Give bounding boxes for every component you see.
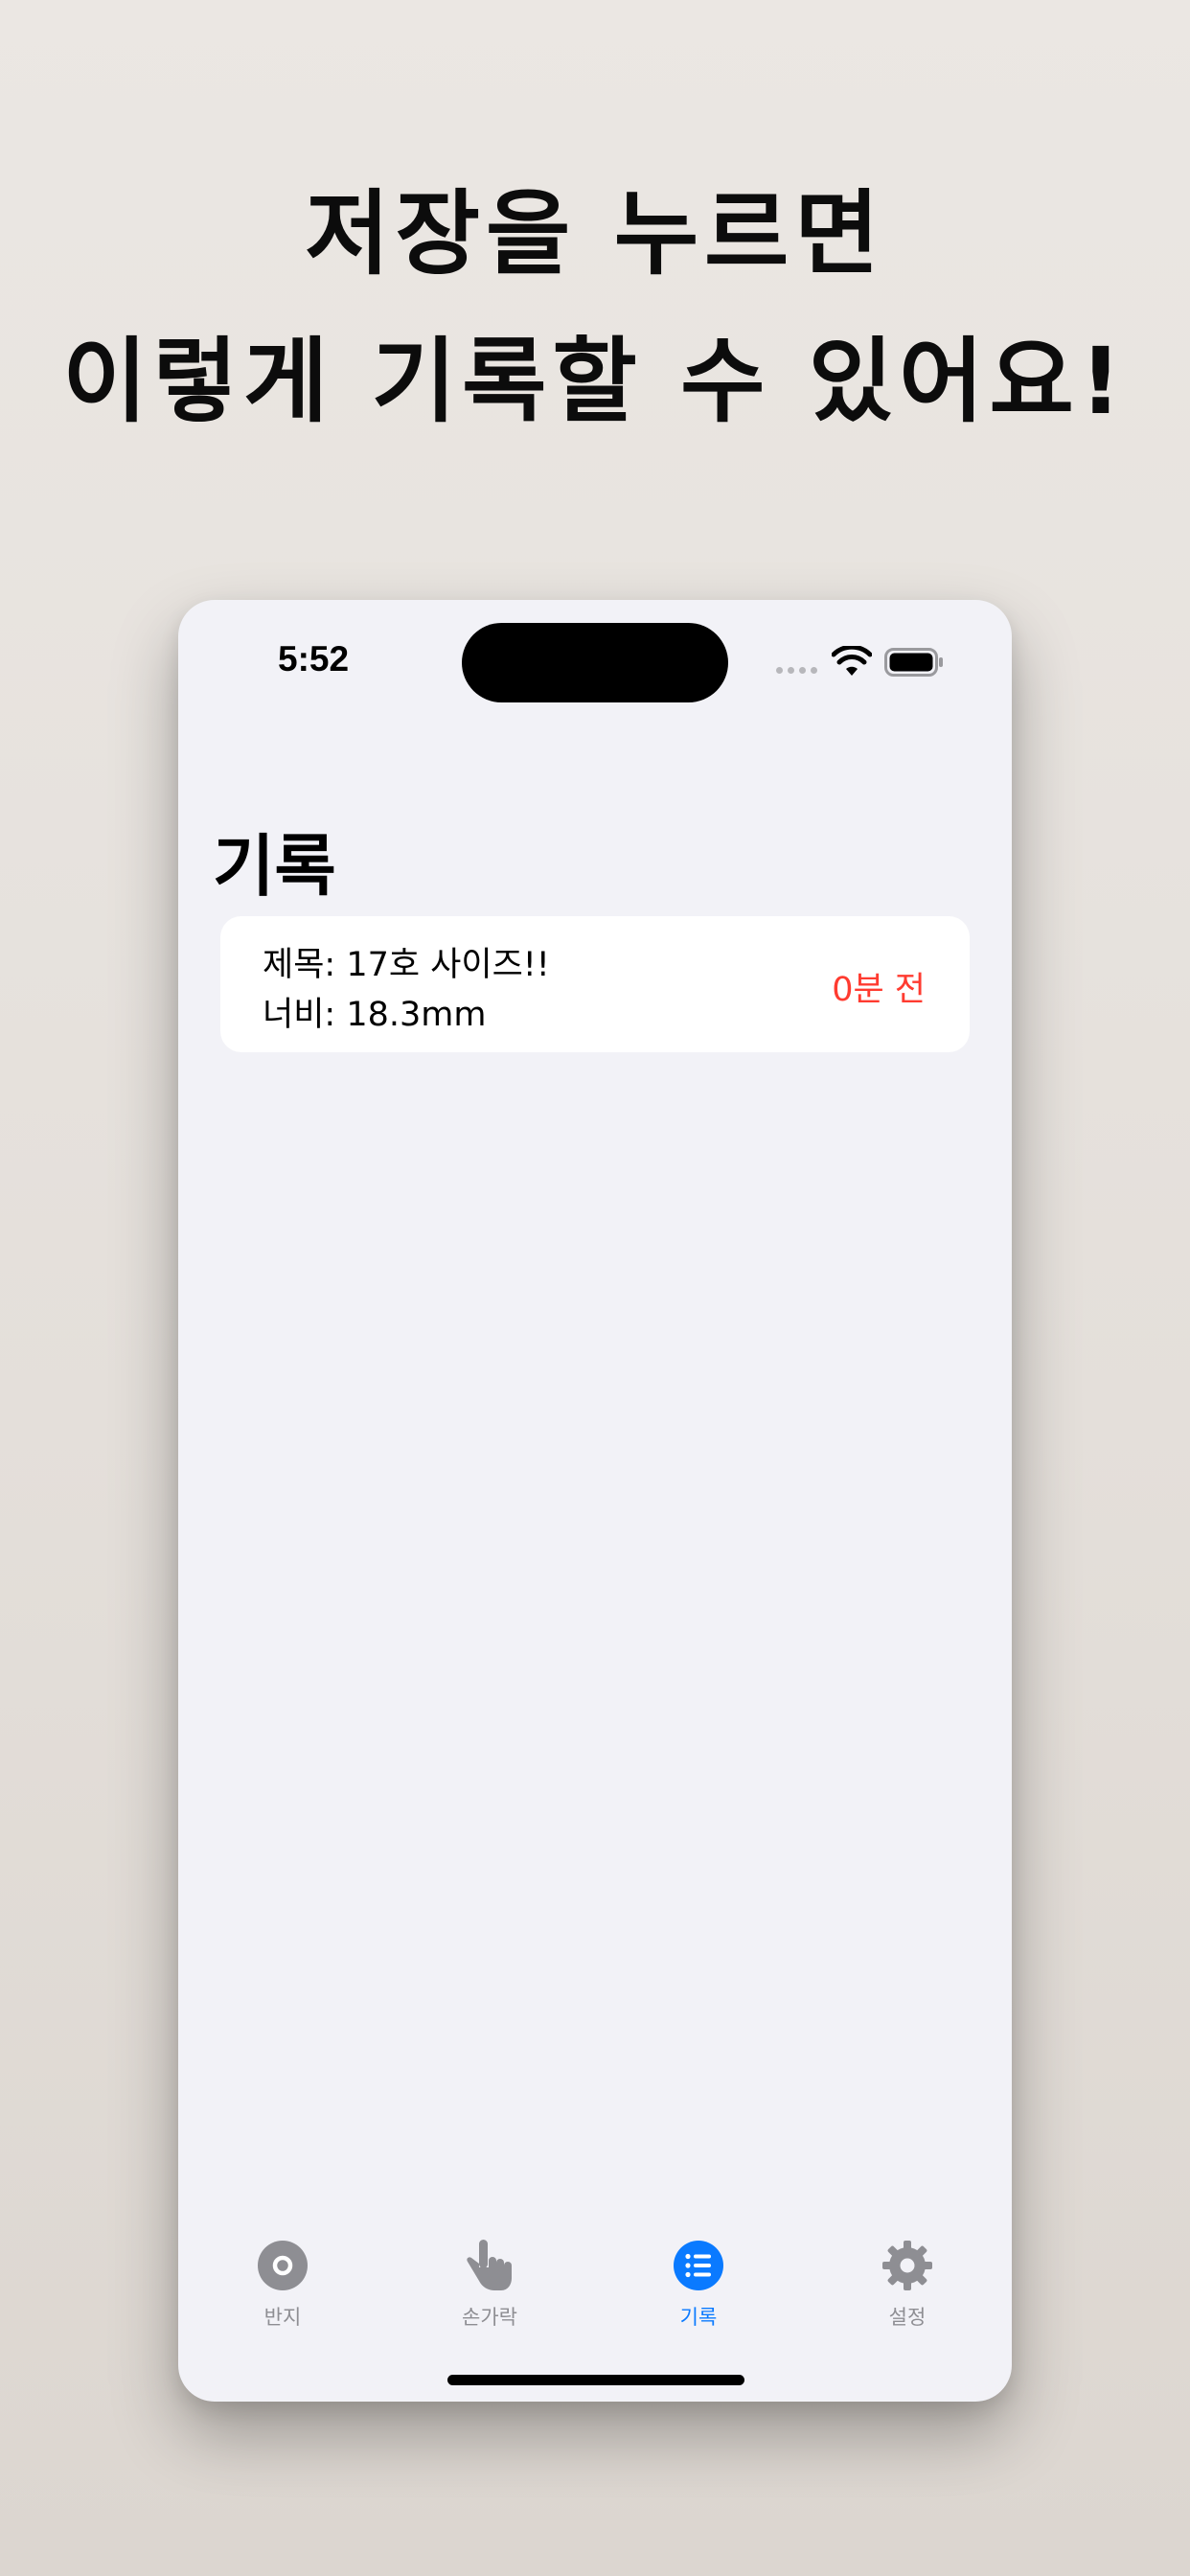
tab-finger[interactable]: 손가락 (413, 2239, 566, 2344)
phone-screen: 5:52 기록 제목: 17호 사이즈!! 너비: 18.3mm 0분 전 반지 (178, 600, 1012, 2402)
list-icon (674, 2241, 723, 2290)
promo-headline-line1: 저장을 누르면 (305, 180, 885, 288)
gear-icon (882, 2241, 932, 2290)
tab-finger-label: 손가락 (462, 2306, 517, 2329)
record-time: 0분 전 (832, 971, 926, 1009)
record-list-item[interactable]: 제목: 17호 사이즈!! 너비: 18.3mm 0분 전 (220, 916, 970, 1052)
dynamic-island (462, 623, 728, 702)
tab-records-label: 기록 (679, 2306, 718, 2329)
tab-bar: 반지 손가락 기록 설정 (178, 2239, 1012, 2344)
cellular-signal-icon (776, 667, 820, 675)
page-title: 기록 (213, 827, 336, 906)
tab-ring-label: 반지 (263, 2306, 302, 2329)
record-width: 너비: 18.3mm (263, 996, 487, 1034)
promo-headline-line2: 이렇게 기록할 수 있어요! (62, 328, 1128, 435)
status-bar-time: 5:52 (278, 639, 350, 678)
record-title: 제목: 17호 사이즈!! (263, 946, 550, 984)
finger-pointing-icon (467, 2240, 512, 2290)
tab-records[interactable]: 기록 (622, 2239, 775, 2344)
tab-ring[interactable]: 반지 (206, 2239, 359, 2344)
home-indicator[interactable] (447, 2375, 744, 2385)
ring-icon (258, 2241, 308, 2290)
wifi-icon (832, 646, 872, 676)
tab-settings-label: 설정 (888, 2306, 927, 2329)
tab-settings[interactable]: 설정 (831, 2239, 984, 2344)
battery-icon (884, 648, 943, 677)
